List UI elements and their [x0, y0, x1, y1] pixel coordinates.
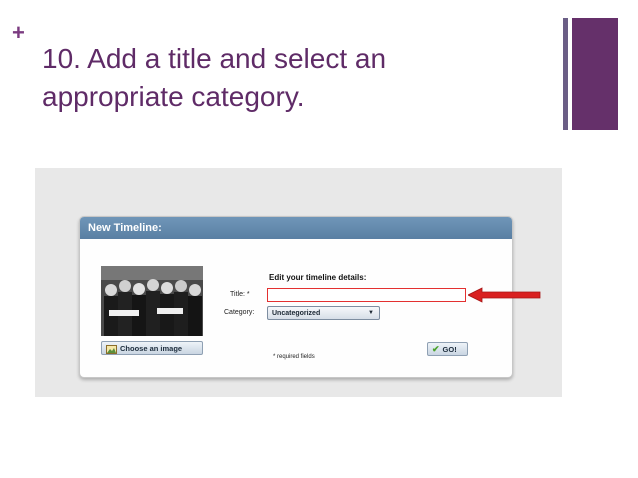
checkmark-icon: ✔ — [432, 344, 440, 354]
decor-thin-bar — [563, 18, 568, 130]
title-label: Title: * — [230, 291, 250, 298]
slide-title: 10. Add a title and select an appropriat… — [42, 43, 387, 112]
category-select[interactable]: Uncategorized ▼ — [267, 306, 380, 320]
category-label: Category: — [224, 309, 255, 316]
choose-image-button[interactable]: Choose an image — [101, 341, 203, 355]
image-icon — [106, 344, 117, 354]
panel-header: New Timeline: — [80, 217, 512, 239]
details-heading: Edit your timeline details: — [269, 273, 367, 282]
category-value: Uncategorized — [272, 310, 321, 317]
title-input[interactable] — [267, 288, 466, 302]
decor-block — [572, 18, 618, 130]
required-fields-note: * required fields — [273, 354, 315, 360]
timeline-photo — [101, 266, 203, 336]
go-button[interactable]: ✔ GO! — [427, 342, 468, 356]
new-timeline-panel: New Timeline: Choose an image Edit your … — [79, 216, 513, 378]
dropdown-arrow-icon: ▼ — [368, 310, 374, 316]
choose-image-label: Choose an image — [120, 344, 183, 353]
go-label: GO! — [442, 345, 457, 354]
red-arrow-icon — [468, 287, 541, 303]
plus-icon: + — [12, 20, 25, 45]
